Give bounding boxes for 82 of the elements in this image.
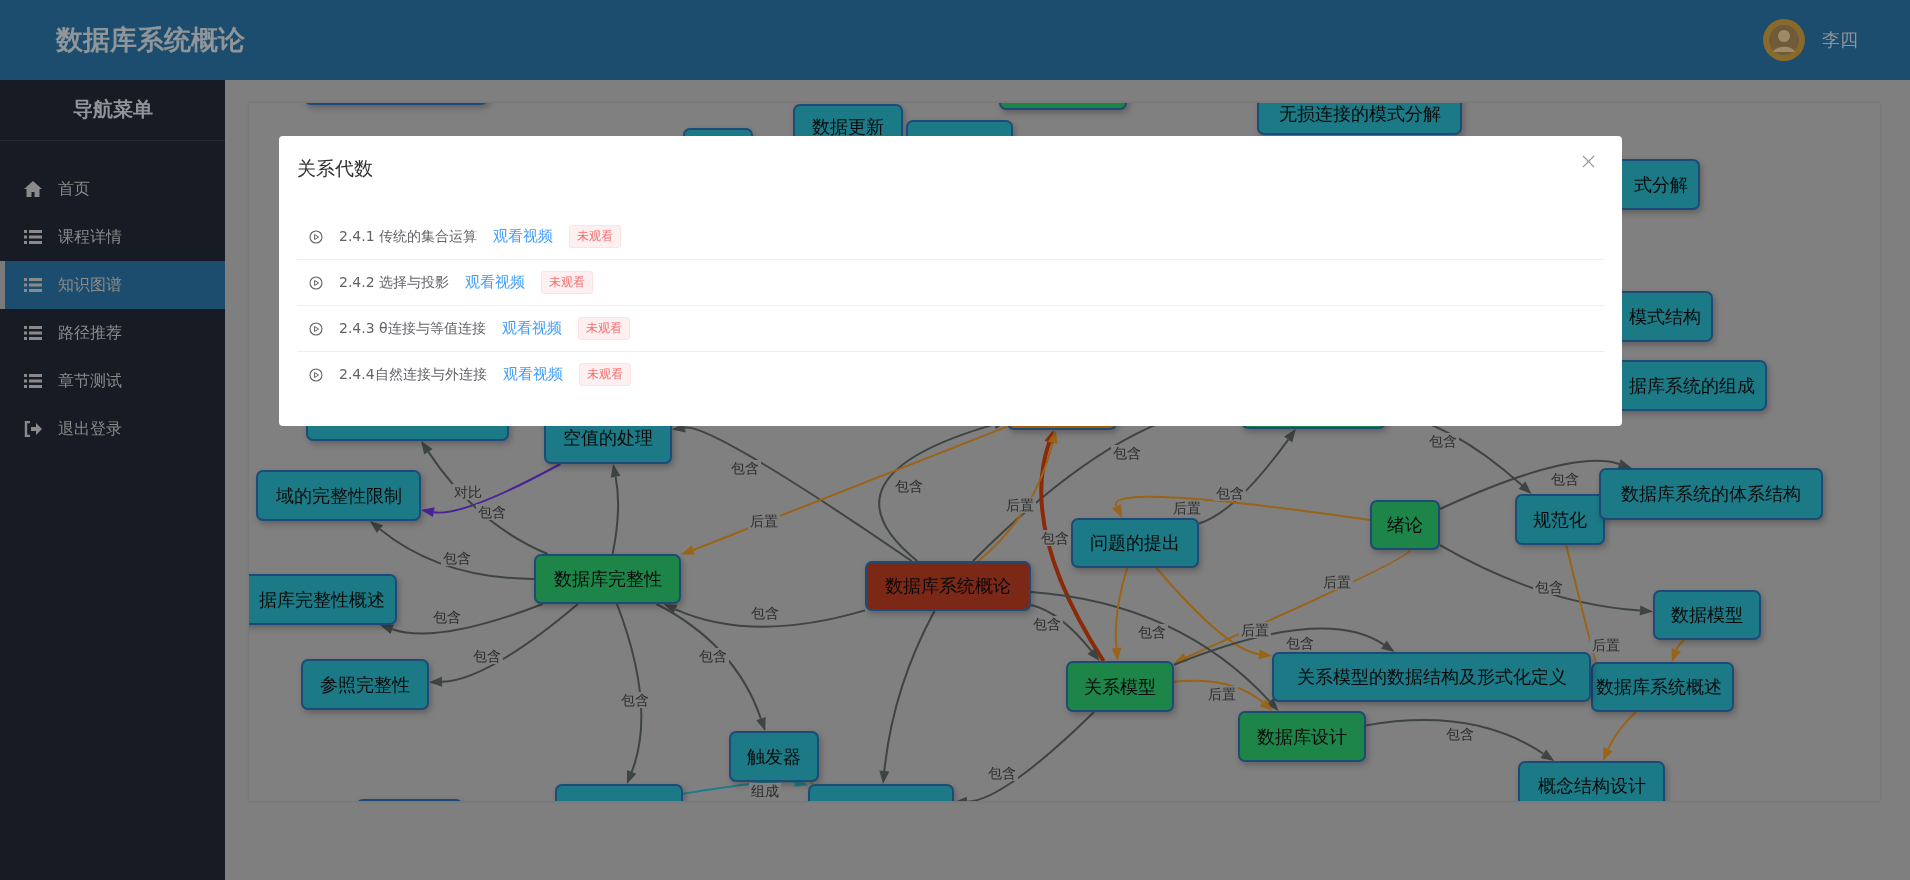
edge-label: 包含: [729, 460, 761, 476]
menu-item[interactable]: 章节测试: [0, 357, 225, 405]
edge-label: 后置: [748, 513, 780, 529]
edge-arrow: [1602, 711, 1637, 761]
edge-label: 包含: [1214, 485, 1246, 501]
dialog-title: 关系代数: [297, 156, 373, 181]
edge-label: 包含: [431, 609, 463, 625]
graph-node[interactable]: 触发器: [729, 731, 819, 782]
graph-node[interactable]: 数据库系统的体系结构: [1599, 468, 1823, 520]
status-tag: 未观看: [541, 271, 594, 294]
edge-label: 包含: [1533, 579, 1565, 595]
sidebar-title: 导航菜单: [0, 80, 225, 141]
menu-item[interactable]: 路径推荐: [0, 309, 225, 357]
list-icon: [24, 373, 42, 389]
home-icon: [24, 181, 42, 197]
graph-node[interactable]: 据库完整性概述: [249, 574, 397, 625]
lesson-title: 2.4.2 选择与投影: [339, 273, 450, 292]
menu-item[interactable]: 首页: [0, 165, 225, 213]
edge-label: 包含: [749, 605, 781, 621]
edge-label: 包含: [1039, 530, 1071, 546]
edge-label: 包含: [1549, 471, 1581, 487]
app-title: 数据库系统概论: [56, 23, 245, 57]
play-icon: [309, 275, 323, 290]
edge-label: 后置: [1321, 574, 1353, 590]
graph-node[interactable]: 数据库设计: [1238, 711, 1366, 762]
edge-label: 包含: [1031, 616, 1063, 632]
edge-label: 包含: [893, 478, 925, 494]
edge-label: 后置: [1239, 622, 1271, 638]
menu-item[interactable]: 知识图谱: [0, 261, 225, 309]
watch-video-link[interactable]: 观看视频: [465, 273, 526, 292]
status-tag: 未观看: [578, 363, 631, 386]
edge-label: 包含: [476, 504, 508, 520]
edge-label: 包含: [1444, 726, 1476, 742]
edge-label: 包含: [697, 648, 729, 664]
user-name[interactable]: 李四: [1822, 28, 1858, 52]
list-icon: [24, 277, 42, 293]
graph-node[interactable]: 关系模型的数据结构及形式化定义: [1272, 652, 1591, 702]
play-icon: [309, 229, 323, 244]
edge-arrow: [1671, 639, 1685, 662]
watch-video-link[interactable]: 观看视频: [501, 319, 562, 338]
play-icon: [309, 321, 323, 336]
status-tag: 未观看: [577, 317, 630, 340]
graph-node[interactable]: 规范化: [1515, 494, 1605, 545]
edge-label: 对比: [452, 484, 484, 500]
watch-video-link[interactable]: 观看视频: [493, 227, 554, 246]
edge-label: 组成: [749, 783, 781, 799]
play-icon: [309, 367, 323, 382]
edge-label: 后置: [1171, 500, 1203, 516]
graph-node[interactable]: 概念结构设计: [1518, 761, 1665, 801]
edge-label: 包含: [619, 692, 651, 708]
graph-node[interactable]: 数据模型: [1653, 590, 1761, 640]
edge-label: 包含: [1136, 624, 1168, 640]
edge-label: 包含: [471, 648, 503, 664]
logout-icon: [24, 421, 42, 437]
edge-label: 包含: [1111, 445, 1143, 461]
graph-node[interactable]: 数据库系统概述: [1591, 662, 1734, 712]
graph-node[interactable]: 关系模型: [1066, 661, 1174, 712]
edge-label: 后置: [1206, 686, 1238, 702]
lesson-title: 2.4.1 传统的集合运算: [339, 227, 478, 246]
edge-label: 包含: [986, 765, 1018, 781]
list-icon: [24, 229, 42, 245]
edge-label: 包含: [1427, 433, 1459, 449]
watch-video-link[interactable]: 观看视频: [502, 365, 563, 384]
avatar-icon[interactable]: [1762, 18, 1806, 62]
lesson-title: 2.4.3 θ连接与等值连接: [339, 319, 486, 338]
menu-item[interactable]: 课程详情: [0, 213, 225, 261]
lesson-title: 2.4.4自然连接与外连接: [339, 365, 487, 384]
graph-node[interactable]: 绪论: [1370, 500, 1440, 550]
graph-node[interactable]: 参照完整性: [301, 659, 429, 710]
close-icon[interactable]: [1582, 154, 1595, 168]
status-tag: 未观看: [569, 225, 622, 248]
graph-node[interactable]: 域的完整性限制: [256, 470, 421, 521]
menu-item[interactable]: 退出登录: [0, 405, 225, 453]
graph-node[interactable]: 数据库系统概论: [865, 561, 1031, 611]
graph-node[interactable]: 问题的提出: [1071, 518, 1199, 568]
edge-label: 后置: [1590, 637, 1622, 653]
graph-node[interactable]: 无损连接的模式分解: [1257, 103, 1462, 135]
list-icon: [24, 325, 42, 341]
edge-label: 后置: [1004, 497, 1036, 513]
graph-node[interactable]: 数据库完整性: [534, 554, 681, 604]
edge-label: 包含: [1284, 635, 1316, 651]
edge-label: 包含: [441, 550, 473, 566]
